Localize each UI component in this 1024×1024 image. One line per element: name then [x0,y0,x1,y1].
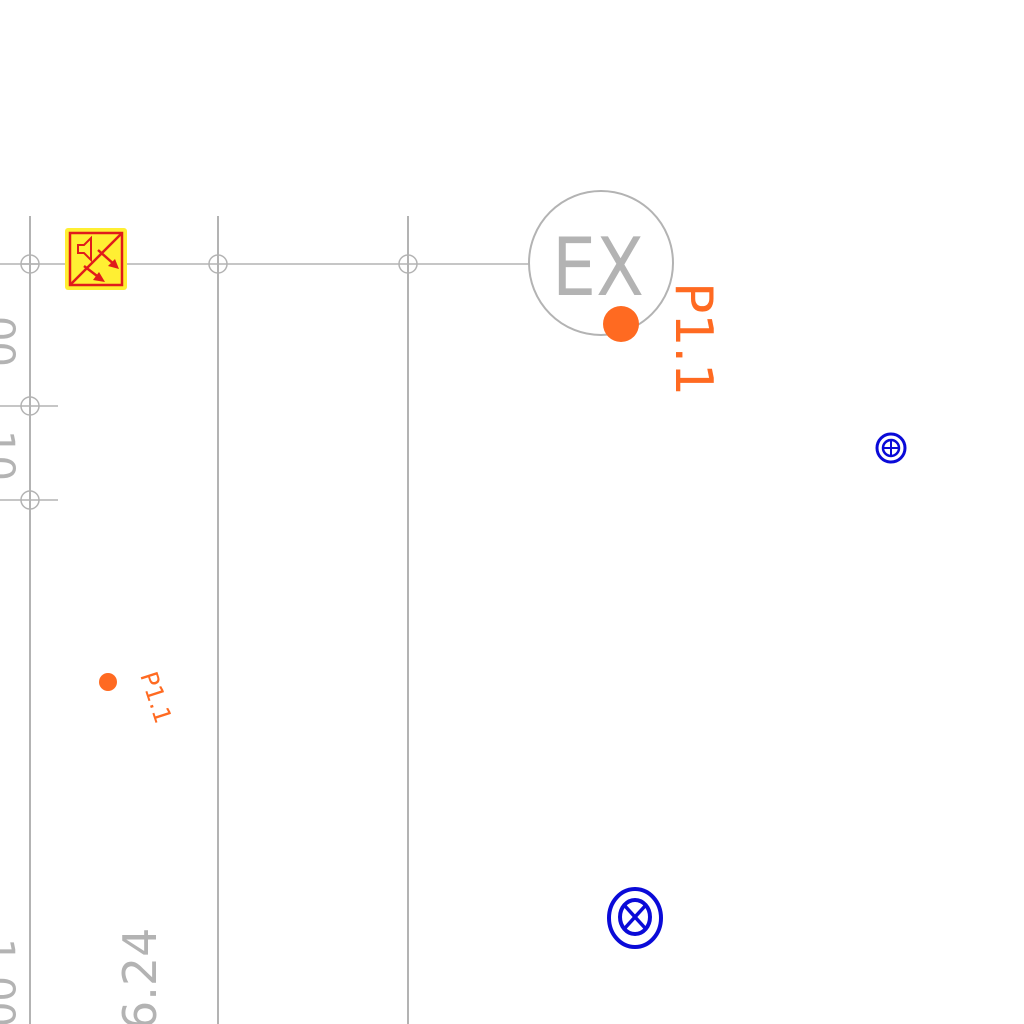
dimension-label: 00 [0,316,22,367]
floor-plan-canvas: EX P1.1 P1.1 00 10 1.00 6.24 [0,190,907,1024]
dimension-label: 6.24 [113,928,167,1024]
ceiling-device-icon[interactable] [875,432,907,464]
ceiling-device-icon[interactable] [607,887,663,949]
speaker-alarm-icon[interactable] [65,228,127,290]
dimension-label: 10 [0,430,22,481]
dimension-label: 1.00 [0,938,22,1024]
exit-label: EX [552,221,644,314]
point-label-large: P1.1 [663,282,723,396]
point-marker-small[interactable] [99,673,117,691]
point-marker[interactable] [603,306,639,342]
point-label-small: P1.1 [134,668,177,727]
exit-marker[interactable]: EX [528,190,674,336]
